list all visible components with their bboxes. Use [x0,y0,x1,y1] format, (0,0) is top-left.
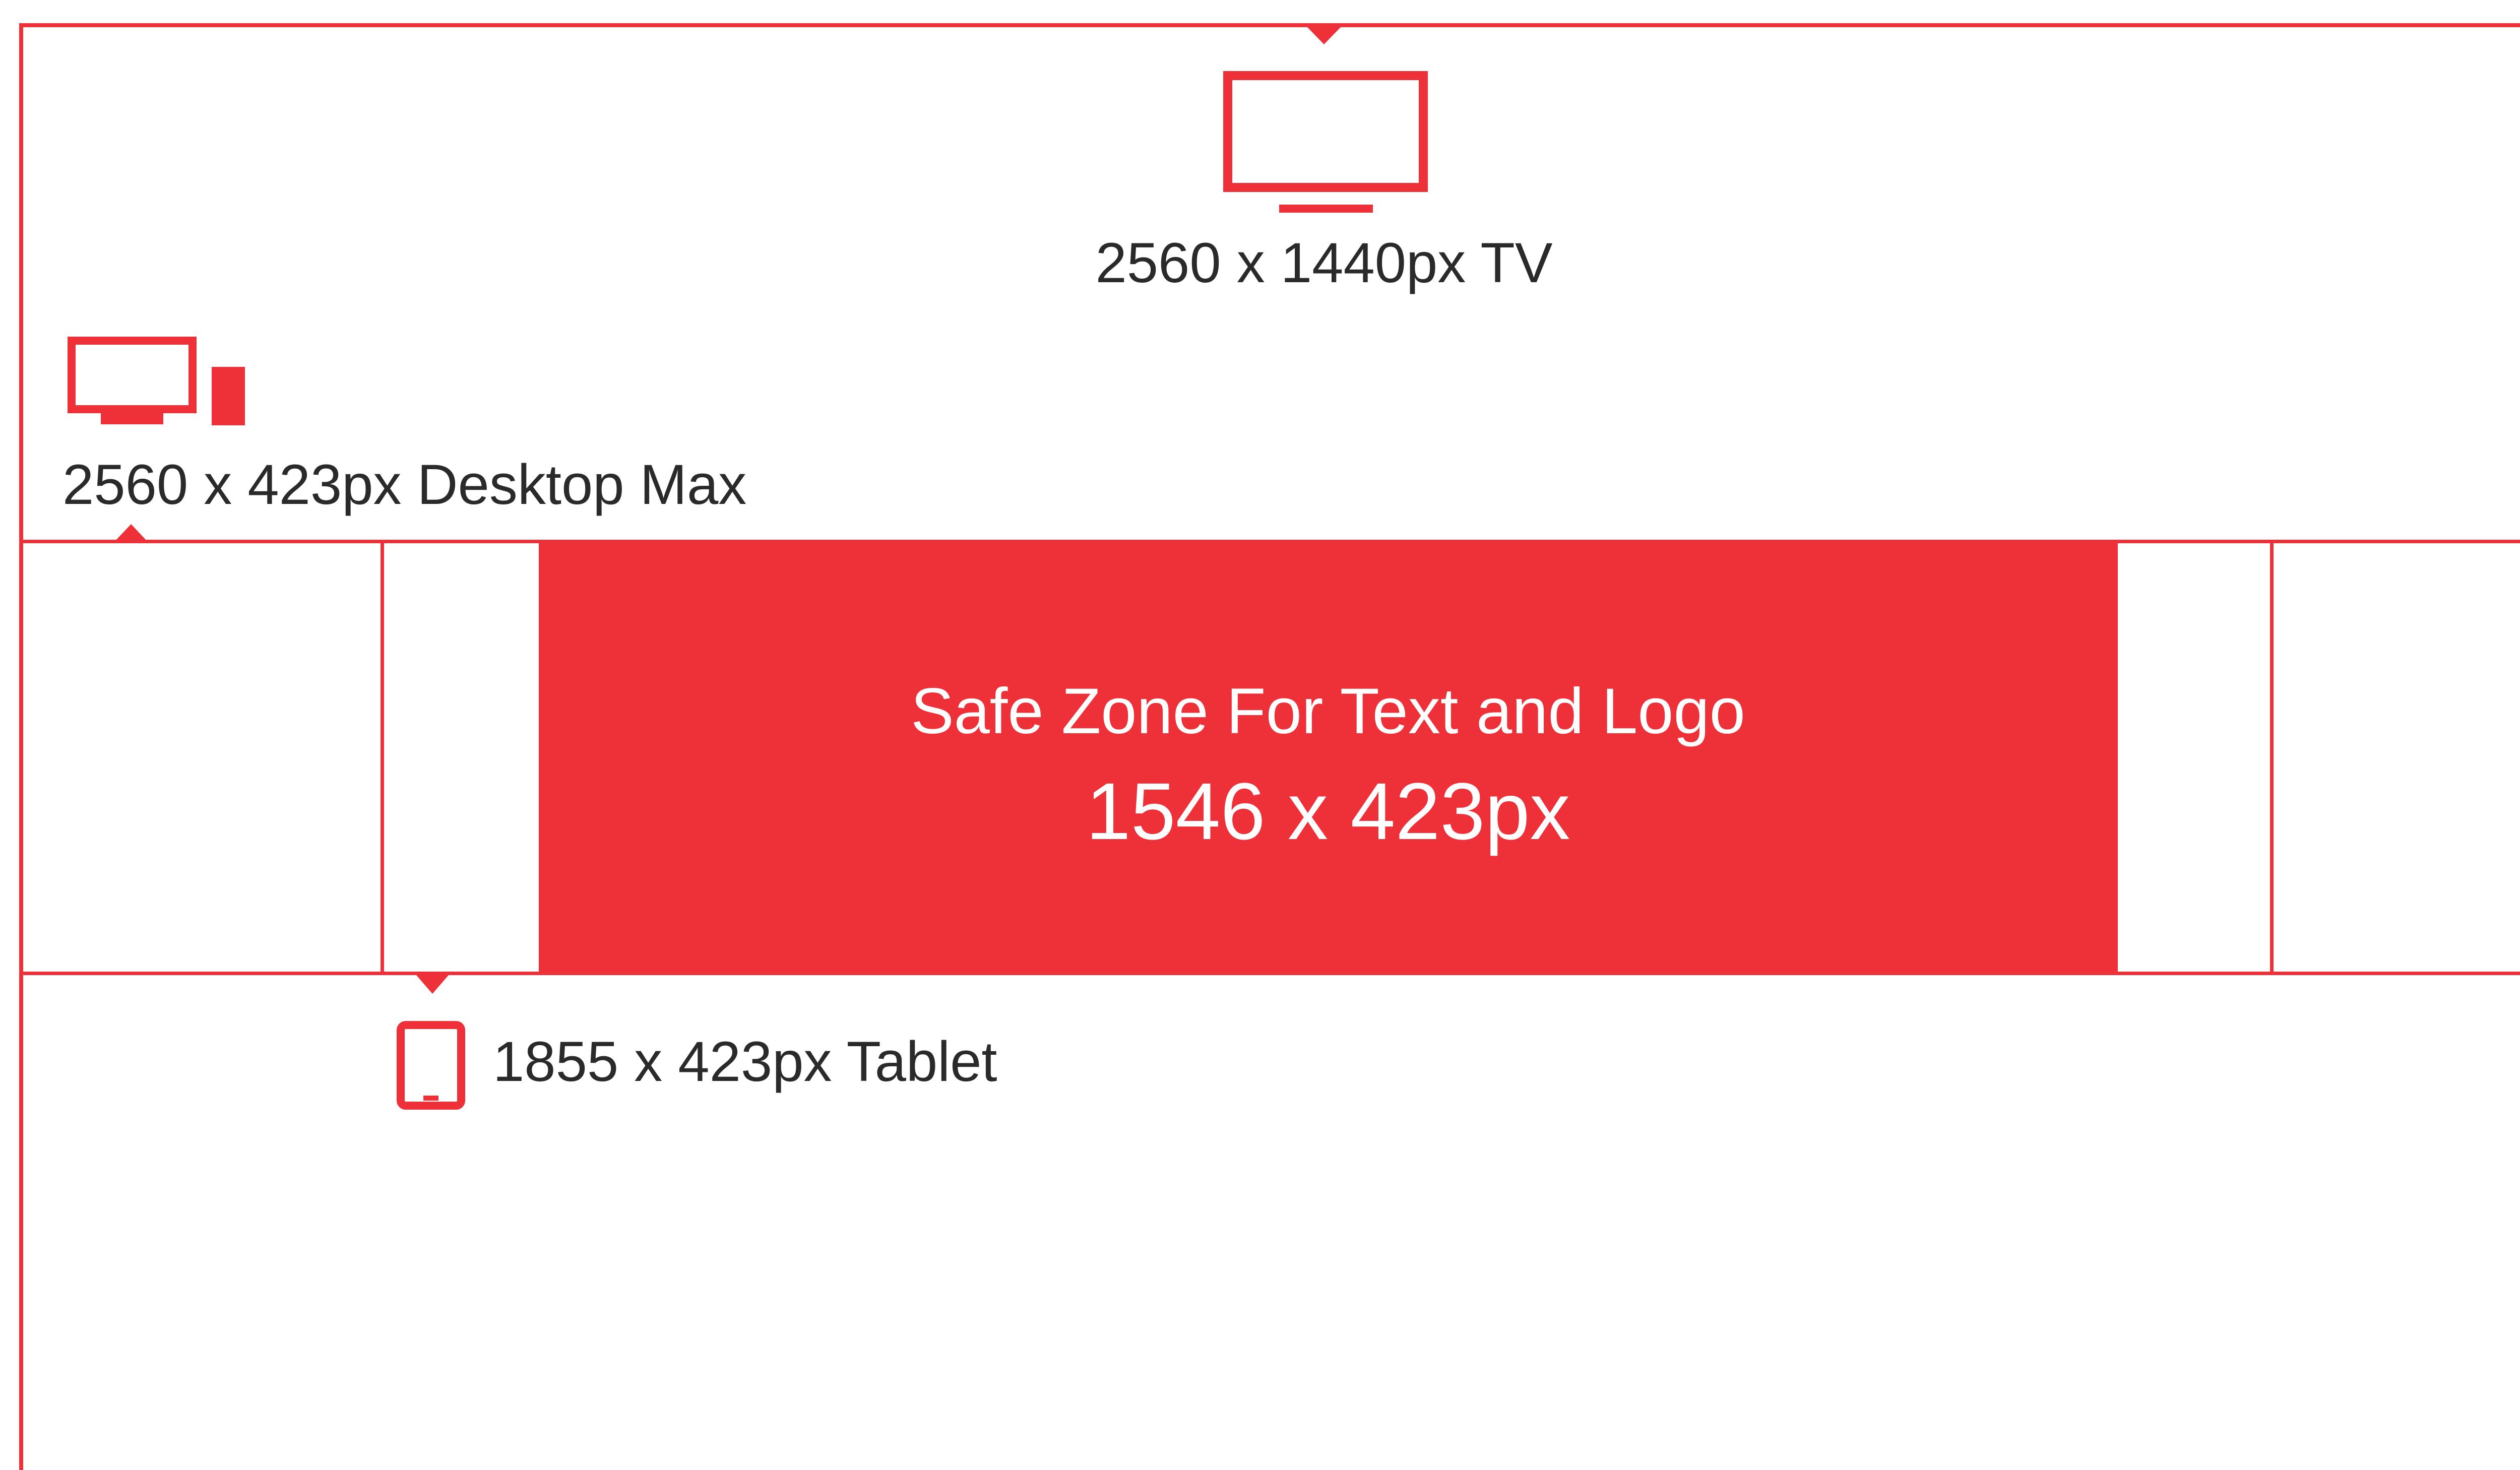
tv-monitor-icon [1223,71,1428,213]
tv-frame-left-edge [19,23,23,1470]
safe-zone-size: 1546 x 423px [1086,766,1570,856]
desktop-band-pointer [115,524,147,541]
safe-zone-title: Safe Zone For Text and Logo [911,675,1745,747]
youtube-banner-dimensions-diagram: 2560 x 1440px TV 2560 x 423px Desktop Ma… [19,23,2520,1470]
desktop-and-phone-icon [68,337,245,425]
tablet-label: 1855 x 423px Tablet [493,1030,997,1093]
tv-frame-top-edge [19,23,2520,27]
tv-frame-pointer [1307,27,1341,44]
tablet-right-edge [2270,540,2274,975]
desktop-label: 2560 x 423px Desktop Max [62,453,746,516]
tablet-icon [397,1021,465,1110]
safe-zone-fill [539,540,2118,975]
tablet-left-edge [381,540,384,975]
safe-zone: Safe Zone For Text and Logo 1546 x 423px [539,540,2118,975]
tablet-pointer [416,975,449,994]
tv-label: 2560 x 1440px TV [1095,231,1552,294]
